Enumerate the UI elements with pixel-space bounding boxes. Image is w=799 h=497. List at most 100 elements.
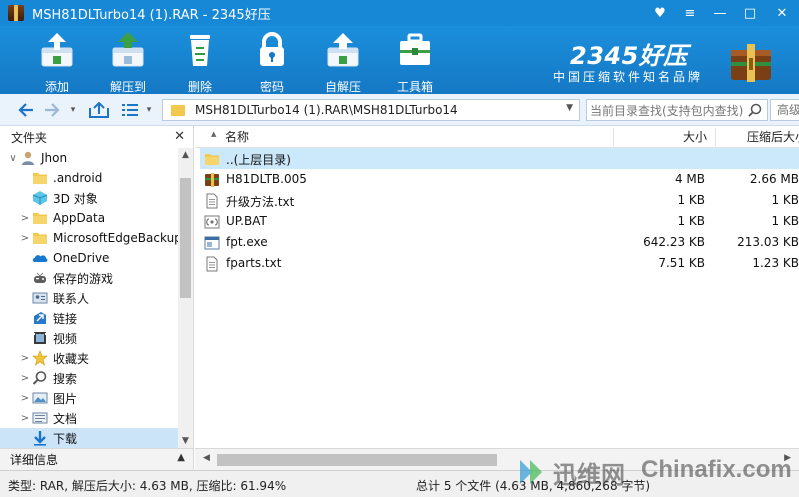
- scroll-up-icon[interactable]: ▲: [178, 150, 193, 160]
- file-row[interactable]: 升级方法.txt 1 KB 1 KB: [200, 190, 799, 211]
- scrollbar-thumb[interactable]: [180, 178, 191, 298]
- search-icon[interactable]: [748, 103, 762, 117]
- sort-ascending-icon: ▲: [211, 130, 217, 138]
- password-button[interactable]: 密码: [244, 26, 300, 94]
- back-arrow-icon[interactable]: [16, 100, 36, 120]
- folder-pane: 文件夹 ✕ ∨ Jhon .android 3D 对象 > AppData > Microso…: [0, 126, 194, 448]
- tree-item[interactable]: > 图片: [0, 388, 178, 408]
- favorites-icon: [32, 350, 48, 366]
- batch-file-icon: [204, 214, 220, 230]
- chevron-down-icon[interactable]: ∨: [8, 153, 18, 164]
- hscrollbar-thumb[interactable]: [217, 454, 497, 466]
- maximize-button[interactable]: □: [735, 0, 765, 26]
- search-placeholder: 当前目录查找(支持包内查找): [590, 103, 744, 118]
- search-input[interactable]: 当前目录查找(支持包内查找): [586, 99, 768, 121]
- extract-to-button[interactable]: 解压到: [100, 26, 156, 94]
- tree-item-label: 保存的游戏: [53, 271, 114, 286]
- history-dropdown-icon[interactable]: ▾: [68, 100, 78, 120]
- column-name[interactable]: 名称: [225, 126, 249, 148]
- column-size[interactable]: 大小: [683, 126, 707, 148]
- exe-file-icon: [204, 235, 220, 251]
- tree-item-label: 搜索: [53, 371, 78, 386]
- file-size: 642.23 KB: [643, 235, 705, 249]
- file-row[interactable]: ..(上层目录): [200, 148, 799, 169]
- file-list: ▲ 名称 大小 压缩后大小 ..(上层目录) H81DLTB.005 4 MB 2.6…: [195, 126, 799, 448]
- add-button[interactable]: 添加: [29, 26, 85, 94]
- tree-item[interactable]: > 搜索: [0, 368, 178, 388]
- recycle-bin-icon: [190, 35, 210, 66]
- tree-item-label: 下载: [53, 431, 78, 446]
- tree-item-label: AppData: [53, 211, 106, 225]
- tree-item[interactable]: ∨ Jhon: [0, 148, 178, 168]
- watermark-text-cn: 迅维网: [553, 461, 625, 489]
- toolbox-label: 工具箱: [396, 80, 433, 94]
- chevron-right-icon[interactable]: >: [20, 393, 30, 404]
- folder-pane-title: 文件夹: [11, 130, 48, 145]
- extract-to-label: 解压到: [109, 80, 146, 94]
- details-toggle[interactable]: 详细信息 ▲: [0, 448, 194, 470]
- chevron-right-icon[interactable]: >: [20, 213, 30, 224]
- file-compressed-size: 1.23 KB: [752, 256, 799, 270]
- tree-item[interactable]: 链接: [0, 308, 178, 328]
- skin-icon[interactable]: ♥: [645, 0, 675, 26]
- file-row[interactable]: H81DLTB.005 4 MB 2.66 MB: [200, 169, 799, 190]
- file-size: 1 KB: [677, 193, 705, 207]
- haozip-logo-icon: [731, 44, 771, 82]
- chevron-right-icon[interactable]: >: [20, 373, 30, 384]
- tree-item[interactable]: 保存的游戏: [0, 268, 178, 288]
- tree-item[interactable]: OneDrive: [0, 248, 178, 268]
- window-title: MSH81DLTurbo14 (1).RAR - 2345好压: [32, 7, 271, 23]
- address-field[interactable]: MSH81DLTurbo14 (1).RAR\MSH81DLTurbo14 ▼: [162, 99, 580, 121]
- tree-item[interactable]: > 收藏夹: [0, 348, 178, 368]
- folder-tree: ∨ Jhon .android 3D 对象 > AppData > MicrosoftEdge…: [0, 148, 178, 448]
- self-extract-label: 自解压: [324, 80, 361, 94]
- chevron-right-icon[interactable]: >: [20, 413, 30, 424]
- folder-icon: [171, 104, 185, 116]
- chevron-right-icon[interactable]: >: [20, 353, 30, 364]
- file-compressed-size: 2.66 MB: [749, 172, 799, 186]
- tree-item[interactable]: 视频: [0, 328, 178, 348]
- tree-item-label: 联系人: [53, 291, 90, 306]
- file-name: UP.BAT: [226, 214, 267, 228]
- title-bar: MSH81DLTurbo14 (1).RAR - 2345好压 ♥ ≡ — □ …: [0, 0, 799, 26]
- menu-icon[interactable]: ≡: [675, 0, 705, 26]
- brand-name: 2345好压: [570, 42, 688, 70]
- advanced-search-button[interactable]: 高级: [770, 99, 799, 121]
- tree-item[interactable]: 3D 对象: [0, 188, 178, 208]
- minimize-button[interactable]: —: [705, 0, 735, 26]
- tree-item[interactable]: > AppData: [0, 208, 178, 228]
- watermark-logo-icon: [520, 460, 542, 484]
- folder-pane-header: 文件夹 ✕: [0, 126, 193, 148]
- delete-button[interactable]: 删除: [172, 26, 228, 94]
- tree-item[interactable]: 下载: [0, 428, 178, 448]
- close-icon[interactable]: ✕: [174, 129, 185, 144]
- column-compressed-size[interactable]: 压缩后大小: [747, 126, 799, 148]
- tree-item[interactable]: .android: [0, 168, 178, 188]
- toolbox-button[interactable]: 工具箱: [387, 26, 443, 94]
- forward-arrow-icon[interactable]: [42, 100, 62, 120]
- chevron-right-icon[interactable]: >: [20, 233, 30, 244]
- folder-icon: [32, 230, 48, 246]
- view-list-icon[interactable]: [120, 100, 140, 120]
- file-row[interactable]: UP.BAT 1 KB 1 KB: [200, 211, 799, 232]
- pictures-icon: [32, 390, 48, 406]
- contacts-icon: [32, 290, 48, 306]
- address-bar: ▾ ▾ MSH81DLTurbo14 (1).RAR\MSH81DLTurbo1…: [0, 94, 799, 126]
- view-dropdown-icon[interactable]: ▾: [144, 100, 154, 120]
- scroll-left-icon[interactable]: ◀: [203, 453, 210, 463]
- tree-item[interactable]: > MicrosoftEdgeBackups: [0, 228, 178, 248]
- address-dropdown-icon[interactable]: ▼: [566, 103, 573, 113]
- close-button[interactable]: ✕: [765, 0, 799, 26]
- tree-item[interactable]: > 文档: [0, 408, 178, 428]
- self-extract-button[interactable]: 自解压: [315, 26, 371, 94]
- tree-item-label: Jhon: [41, 151, 68, 165]
- videos-icon: [32, 330, 48, 346]
- column-divider: [715, 128, 716, 146]
- scroll-down-icon[interactable]: ▼: [178, 436, 193, 446]
- folder-tree-scrollbar[interactable]: ▲ ▼: [178, 148, 193, 448]
- up-folder-icon[interactable]: [88, 100, 110, 120]
- file-row[interactable]: fparts.txt 7.51 KB 1.23 KB: [200, 253, 799, 274]
- file-row[interactable]: fpt.exe 642.23 KB 213.03 KB: [200, 232, 799, 253]
- tree-item[interactable]: 联系人: [0, 288, 178, 308]
- tree-item-label: 视频: [53, 331, 78, 346]
